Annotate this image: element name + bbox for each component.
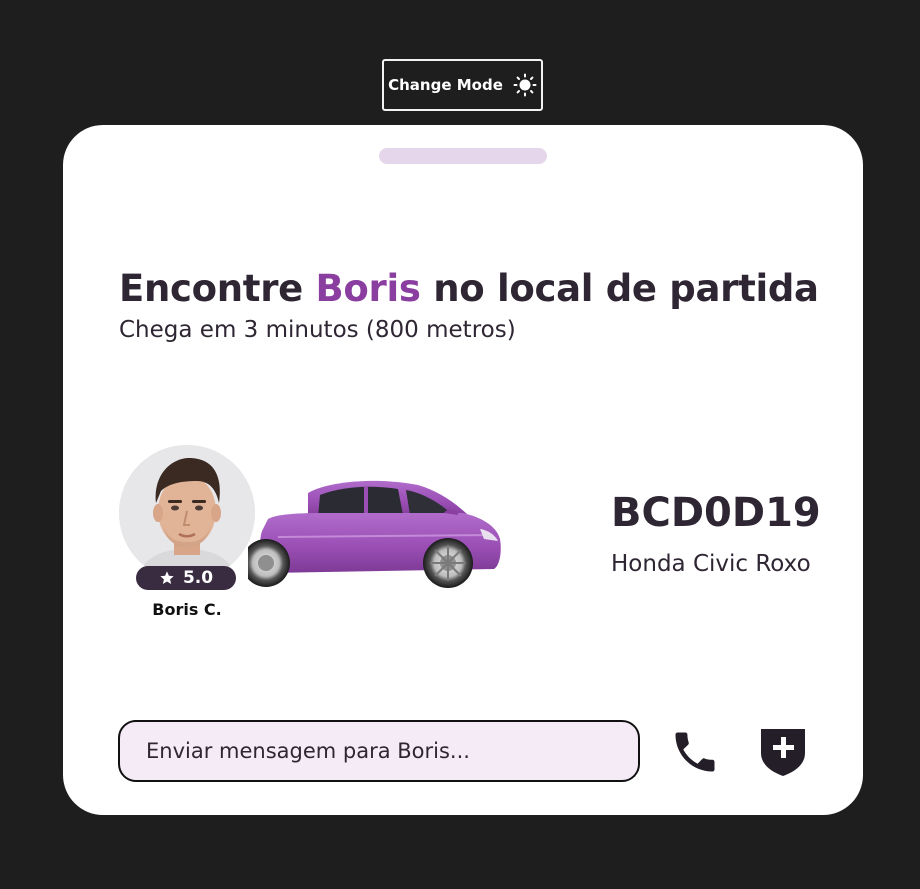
arrival-info: Chega em 3 minutos (800 metros) [119, 317, 516, 343]
driver-name: Boris C. [152, 600, 222, 619]
license-plate: BCD0D19 [611, 490, 821, 536]
phone-icon [675, 732, 715, 772]
driver-first-name: Boris [315, 267, 421, 310]
message-input[interactable] [118, 720, 640, 782]
shield-plus-icon [761, 729, 805, 776]
vehicle-model: Honda Civic Roxo [611, 551, 811, 577]
drag-handle[interactable] [379, 148, 547, 164]
change-mode-label: Change Mode [388, 76, 503, 94]
headline-prefix: Encontre [119, 267, 303, 310]
call-button[interactable] [669, 726, 721, 778]
change-mode-button[interactable]: Change Mode [382, 59, 543, 111]
driver-rating-value: 5.0 [182, 568, 214, 588]
sun-icon [513, 73, 537, 97]
safety-button[interactable] [758, 725, 808, 777]
ride-headline: Encontre Boris no local de partida [119, 267, 819, 310]
person-icon [119, 445, 255, 581]
star-icon [160, 571, 174, 584]
purple-car [248, 480, 501, 588]
headline-suffix: no local de partida [433, 267, 819, 310]
ride-card: Encontre Boris no local de partida Chega… [63, 125, 863, 815]
page: Change Mode Encontre Boris no local de p… [0, 0, 920, 889]
driver-avatar [119, 445, 255, 581]
driver-rating-badge: 5.0 [136, 566, 236, 590]
